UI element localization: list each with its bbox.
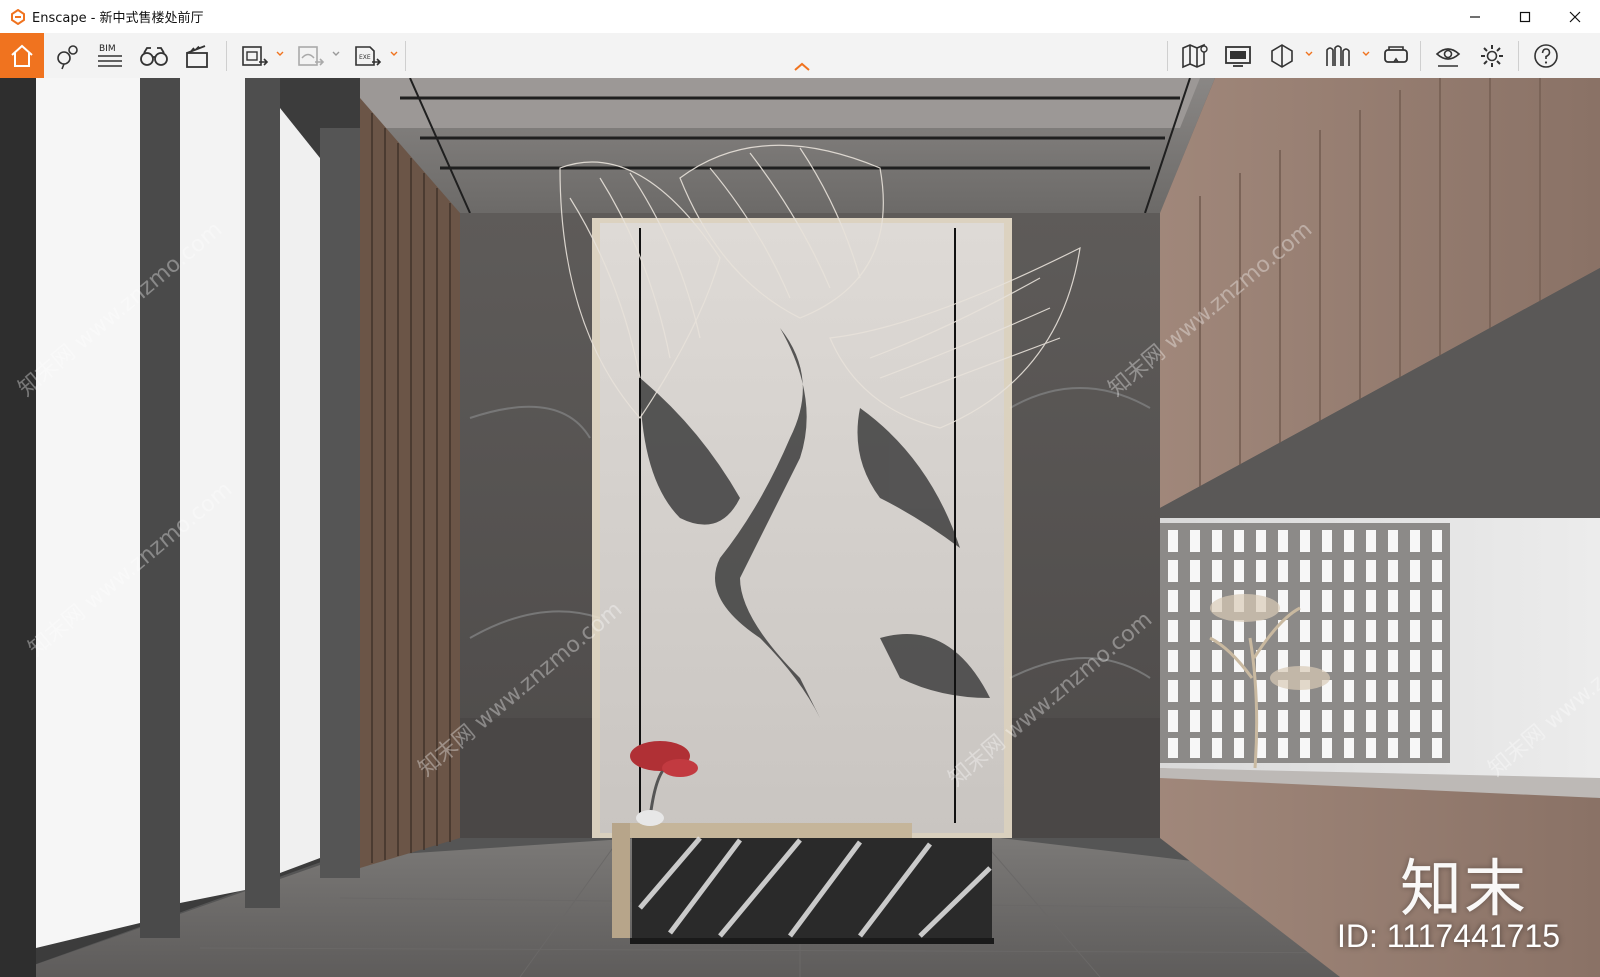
brand-logo: 知末 [1399,852,1528,925]
toolbar-separator [1420,41,1421,71]
library-icon [1326,44,1350,66]
view-eye-icon [1435,47,1461,67]
export-panorama-button[interactable] [290,36,330,75]
close-icon [1569,11,1581,22]
svg-text:BIM: BIM [99,44,116,54]
export-exe-button[interactable]: EXE [347,36,387,75]
minimize-button[interactable] [1450,0,1500,33]
toolbar-separator [1167,41,1168,71]
settings-gear-icon [1481,44,1503,67]
export-panorama-dropdown[interactable] [331,49,341,59]
locator-icon [57,44,78,69]
maximize-button[interactable] [1500,0,1550,33]
help-button[interactable] [1526,36,1566,75]
exe-export-icon: EXE [355,45,382,66]
title-bar: Enscape - 新中式售楼处前厅 [0,0,1600,34]
views-button[interactable] [134,36,174,75]
vr-headset-icon [1384,45,1408,63]
chevron-down-icon [1305,51,1313,56]
monitor-icon [1225,45,1251,67]
monitor-button[interactable] [1218,36,1258,75]
asset-dropdown[interactable] [1304,49,1314,59]
asset-cube-button[interactable] [1262,36,1302,75]
svg-text:EXE: EXE [359,54,371,61]
home-button[interactable] [0,33,44,78]
enscape-logo-icon [10,8,26,25]
library-button[interactable] [1318,36,1358,75]
chevron-up-icon [794,62,810,71]
clapperboard-icon [186,44,208,68]
minimize-icon [1470,15,1480,18]
export-image-button[interactable] [234,36,274,75]
binoculars-icon [140,46,168,66]
toolbar-separator [1518,41,1519,71]
interior-scene [0,78,1600,977]
map-icon [1182,43,1208,68]
help-icon [1534,43,1558,68]
chevron-down-icon [390,51,398,56]
screenshot-export-icon [242,45,269,66]
chevron-down-icon [332,51,340,56]
maximize-icon [1519,11,1531,22]
close-button[interactable] [1550,0,1600,33]
window-controls [1450,0,1600,33]
toolbar-separator [226,41,227,71]
toolbar-separator [405,41,406,71]
map-button[interactable] [1175,36,1215,75]
chevron-down-icon [1362,51,1370,56]
chevron-down-icon [276,51,284,56]
cube-icon [1271,43,1293,68]
brand-id-label: ID: 1117441715 [1337,918,1560,954]
bim-icon: BIM [98,44,122,67]
window-title: Enscape - 新中式售楼处前厅 [32,11,204,26]
settings-button[interactable] [1472,36,1512,75]
panorama-export-icon [298,45,325,66]
home-icon [11,44,33,67]
vr-button[interactable] [1376,36,1416,75]
bim-button[interactable]: BIM [90,36,130,75]
export-image-dropdown[interactable] [275,49,285,59]
visual-settings-button[interactable] [1428,36,1468,75]
locator-button[interactable] [48,36,88,75]
video-button[interactable] [177,36,217,75]
render-viewport[interactable]: 知末网 www.znzmo.com 知末网 www.znzmo.com 知末网 … [0,78,1600,977]
library-dropdown[interactable] [1361,49,1371,59]
export-exe-dropdown[interactable] [389,49,399,59]
collapse-toolbar-button[interactable] [790,60,814,74]
